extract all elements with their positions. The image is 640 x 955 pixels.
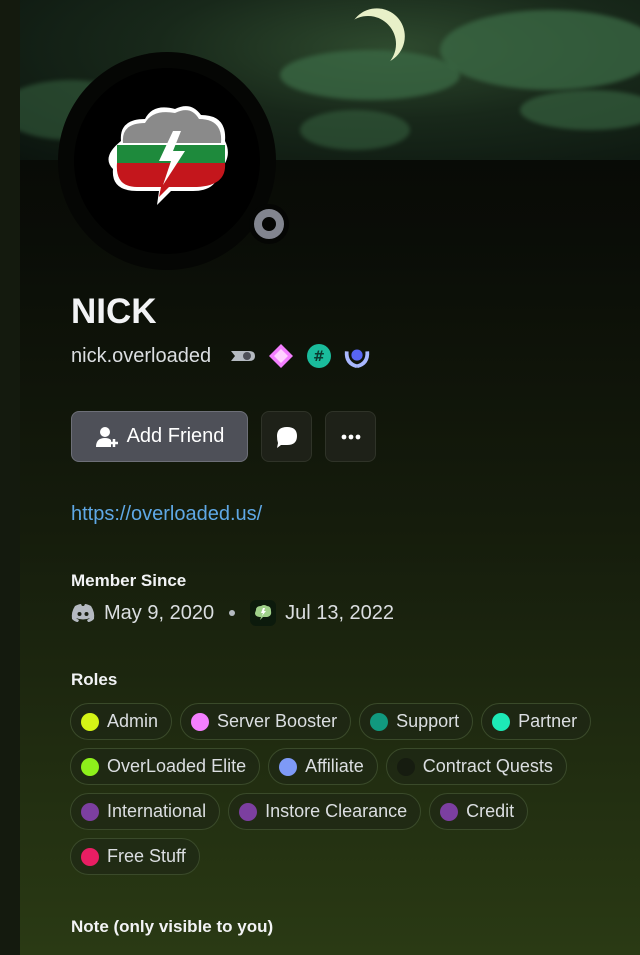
roles-row: Free Stuff bbox=[70, 838, 630, 875]
server-logo-icon bbox=[108, 106, 228, 205]
discord-member-date: May 9, 2020 bbox=[104, 601, 215, 624]
role-color-dot bbox=[81, 712, 99, 731]
display-name: NICK bbox=[71, 292, 157, 331]
roles-row: OverLoaded Elite Affiliate Contract Quests bbox=[70, 748, 630, 785]
nitro-gem-badge-icon[interactable] bbox=[267, 342, 295, 370]
role-pill[interactable]: Contract Quests bbox=[385, 748, 567, 785]
member-since-title: Member Since bbox=[71, 571, 187, 590]
avatar-frame[interactable] bbox=[58, 52, 289, 270]
role-color-dot bbox=[191, 712, 210, 731]
role-color-dot bbox=[492, 712, 511, 731]
roles-row: Admin Server Booster Support Partner bbox=[70, 703, 630, 740]
role-color-dot bbox=[239, 802, 258, 821]
add-friend-label: Add Friend bbox=[126, 425, 225, 447]
chat-bubble-icon bbox=[276, 426, 297, 448]
profile-website-link[interactable]: https://overloaded.us/ bbox=[71, 503, 262, 526]
ellipsis-icon bbox=[341, 434, 360, 439]
role-pill[interactable]: Affiliate bbox=[268, 748, 378, 785]
role-pill[interactable]: Credit bbox=[429, 793, 529, 830]
role-color-dot bbox=[440, 802, 459, 821]
role-color-dot bbox=[81, 802, 99, 821]
note-title: Note (only visible to you) bbox=[71, 917, 274, 936]
status-indicator bbox=[249, 204, 289, 244]
roles-row: International Instore Clearance Credit bbox=[70, 793, 630, 830]
role-name: International bbox=[107, 801, 207, 821]
role-pill[interactable]: OverLoaded Elite bbox=[70, 748, 261, 785]
role-name: Admin bbox=[107, 711, 159, 731]
role-name: Contract Quests bbox=[422, 756, 553, 776]
role-pill[interactable]: Support bbox=[359, 703, 474, 740]
role-color-dot bbox=[396, 757, 415, 776]
add-friend-button[interactable]: Add Friend bbox=[71, 411, 248, 462]
laurel-badge-icon[interactable] bbox=[343, 342, 371, 370]
left-rail bbox=[0, 0, 20, 955]
role-color-dot bbox=[370, 712, 389, 731]
role-name: OverLoaded Elite bbox=[107, 756, 247, 776]
role-pill[interactable]: Free Stuff bbox=[70, 838, 200, 875]
discord-logo-icon bbox=[71, 604, 95, 622]
role-color-dot bbox=[81, 847, 99, 866]
role-pill[interactable]: International bbox=[70, 793, 221, 830]
roles-list: Admin Server Booster Support Partner OverLoa… bbox=[70, 703, 630, 883]
role-color-dot bbox=[81, 757, 99, 776]
separator-dot bbox=[229, 610, 236, 616]
role-name: Support bbox=[396, 711, 460, 731]
role-name: Free Stuff bbox=[107, 846, 186, 866]
role-name: Partner bbox=[518, 711, 578, 731]
role-name: Server Booster bbox=[217, 711, 338, 731]
hypesquad-badge-icon[interactable] bbox=[229, 342, 257, 370]
profile-actions: Add Friend bbox=[71, 411, 376, 462]
server-icon[interactable] bbox=[250, 600, 277, 626]
more-options-button[interactable] bbox=[325, 411, 376, 462]
role-name: Affiliate bbox=[305, 756, 364, 776]
message-button[interactable] bbox=[261, 411, 312, 462]
role-name: Instore Clearance bbox=[265, 801, 408, 821]
role-pill[interactable]: Admin bbox=[70, 703, 173, 740]
role-pill[interactable]: Server Booster bbox=[180, 703, 352, 740]
role-color-dot bbox=[279, 757, 298, 776]
svg-text:#: # bbox=[313, 349, 325, 365]
username-row: nick.overloaded # bbox=[71, 342, 371, 370]
role-name: Credit bbox=[466, 801, 515, 821]
server-member-date: Jul 13, 2022 bbox=[285, 601, 395, 624]
offline-status-icon bbox=[254, 209, 284, 239]
add-user-icon bbox=[95, 426, 118, 447]
roles-title: Roles bbox=[71, 670, 118, 689]
profile-panel: NICK nick.overloaded # Add Friend https:… bbox=[20, 0, 640, 955]
hashtag-badge-icon[interactable]: # bbox=[305, 342, 333, 370]
member-since-row: May 9, 2020 Jul 13, 2022 bbox=[71, 600, 394, 626]
avatar[interactable] bbox=[74, 68, 260, 254]
role-pill[interactable]: Partner bbox=[481, 703, 592, 740]
username: nick.overloaded bbox=[71, 344, 212, 367]
role-pill[interactable]: Instore Clearance bbox=[228, 793, 422, 830]
